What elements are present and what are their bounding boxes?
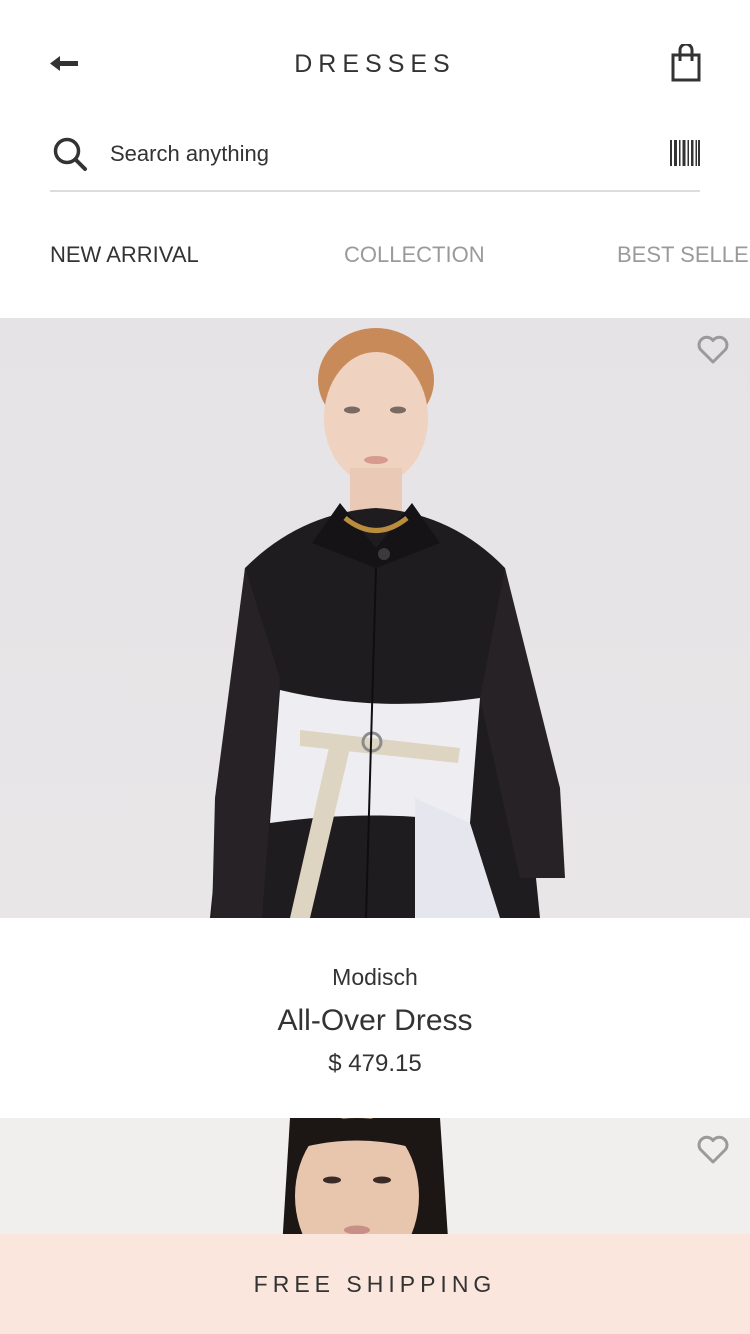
shopping-bag-icon [671,42,701,82]
heart-outline-icon [697,1135,729,1164]
category-tabs: NEW ARRIVAL COLLECTION BEST SELLER [0,236,750,280]
free-shipping-banner[interactable]: FREE SHIPPING [0,1234,750,1334]
product-image[interactable] [0,318,750,918]
app-header: DRESSES [0,0,750,120]
shopping-bag-button[interactable] [668,42,704,84]
product-card-info[interactable]: Modisch All-Over Dress $ 479.15 [0,918,750,1118]
search-input[interactable] [110,136,650,172]
product-price: $ 479.15 [328,1050,422,1077]
model-illustration [210,328,565,918]
heart-outline-icon [697,335,729,364]
page-title: DRESSES [294,50,456,78]
favorite-button[interactable] [696,334,730,366]
tab-collection[interactable]: COLLECTION [344,242,485,268]
product-brand: Modisch [332,964,418,990]
search-icon [53,137,87,171]
favorite-button[interactable] [696,1134,730,1166]
tab-new-arrival[interactable]: NEW ARRIVAL [50,242,199,268]
barcode-icon[interactable] [670,140,700,166]
tab-best-seller[interactable]: BEST SELLER [617,242,750,268]
banner-text: FREE SHIPPING [253,1271,497,1297]
search-bar [50,122,700,192]
product-name: All-Over Dress [277,1004,473,1037]
